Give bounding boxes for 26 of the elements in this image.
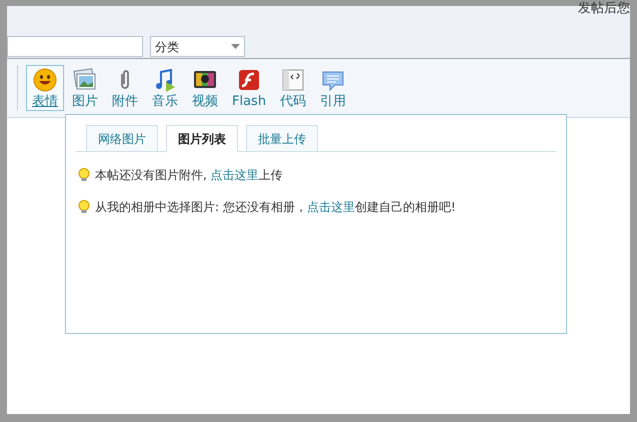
toolbar-button[interactable]: 代码 [274,65,312,111]
toolbar-button[interactable]: 附件 [106,65,144,111]
lightbulb-icon [78,200,90,214]
notice-text: 发帖后您 [578,2,630,18]
tab[interactable]: 网络图片 [86,125,158,151]
hint-text: 从我的相册中选择图片: 您还没有相册，点击这里创建自己的相册吧! [95,199,456,216]
smiley-icon [33,68,57,92]
toolbar-button[interactable]: Flash [226,65,272,111]
category-dropdown[interactable]: 分类 [150,36,245,57]
tab[interactable]: 批量上传 [246,125,318,151]
toolbar-button[interactable]: 音乐 [146,65,184,111]
toolbar-button[interactable]: 引用 [314,65,352,111]
code-icon [281,68,306,92]
lightbulb-icon [78,168,90,182]
toolbar-button[interactable]: 图片 [66,65,104,111]
hint-text: 本帖还没有图片附件, 点击这里上传 [95,167,283,184]
image-icon [73,68,97,92]
link[interactable]: 点击这里 [306,200,355,214]
toolbar-button[interactable]: 视频 [186,65,224,111]
tab[interactable]: 图片列表 [166,125,238,152]
link[interactable]: 点击这里 [210,168,259,182]
flash-icon [237,68,262,92]
toolbar-button[interactable]: 表情 [26,65,64,111]
music-note-icon [153,68,177,92]
caret-icon [231,44,240,49]
title-input-field[interactable] [7,36,143,57]
